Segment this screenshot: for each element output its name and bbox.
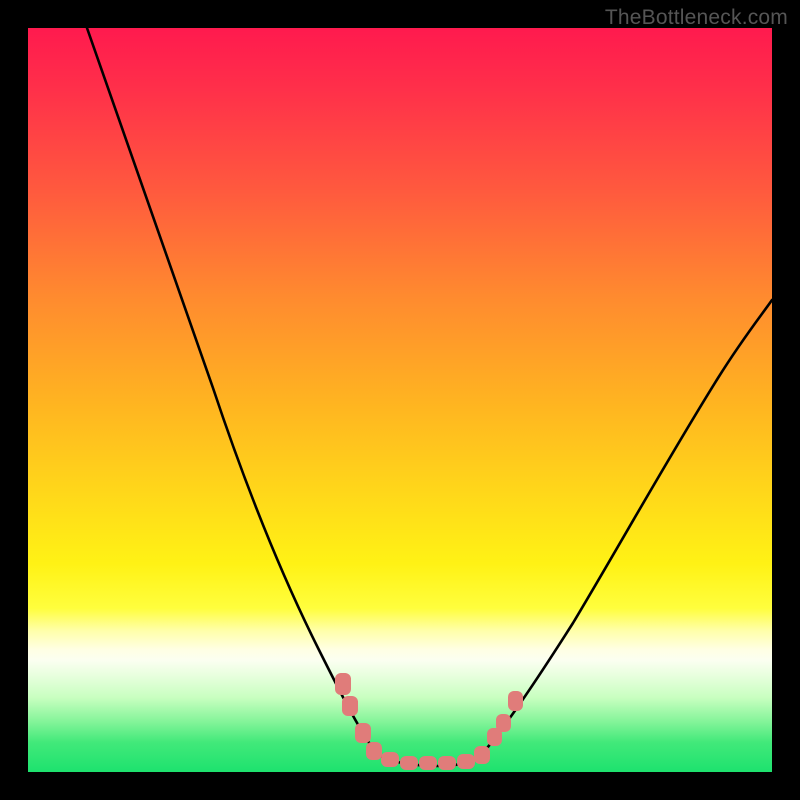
marker bbox=[474, 746, 490, 764]
chart-frame: TheBottleneck.com bbox=[0, 0, 800, 800]
marker bbox=[342, 696, 358, 716]
curve-right-branch bbox=[483, 300, 772, 753]
marker-group bbox=[335, 673, 523, 770]
marker bbox=[419, 756, 437, 770]
marker bbox=[381, 752, 399, 767]
plot-area bbox=[28, 28, 772, 772]
marker bbox=[400, 756, 418, 770]
marker bbox=[508, 691, 523, 711]
bottleneck-curve bbox=[28, 28, 772, 772]
curve-left-branch bbox=[87, 28, 376, 753]
watermark-text: TheBottleneck.com bbox=[605, 6, 788, 30]
marker bbox=[355, 723, 371, 743]
marker bbox=[438, 756, 456, 770]
marker bbox=[457, 754, 475, 769]
marker bbox=[335, 673, 351, 695]
marker bbox=[496, 714, 511, 732]
marker bbox=[366, 742, 382, 760]
